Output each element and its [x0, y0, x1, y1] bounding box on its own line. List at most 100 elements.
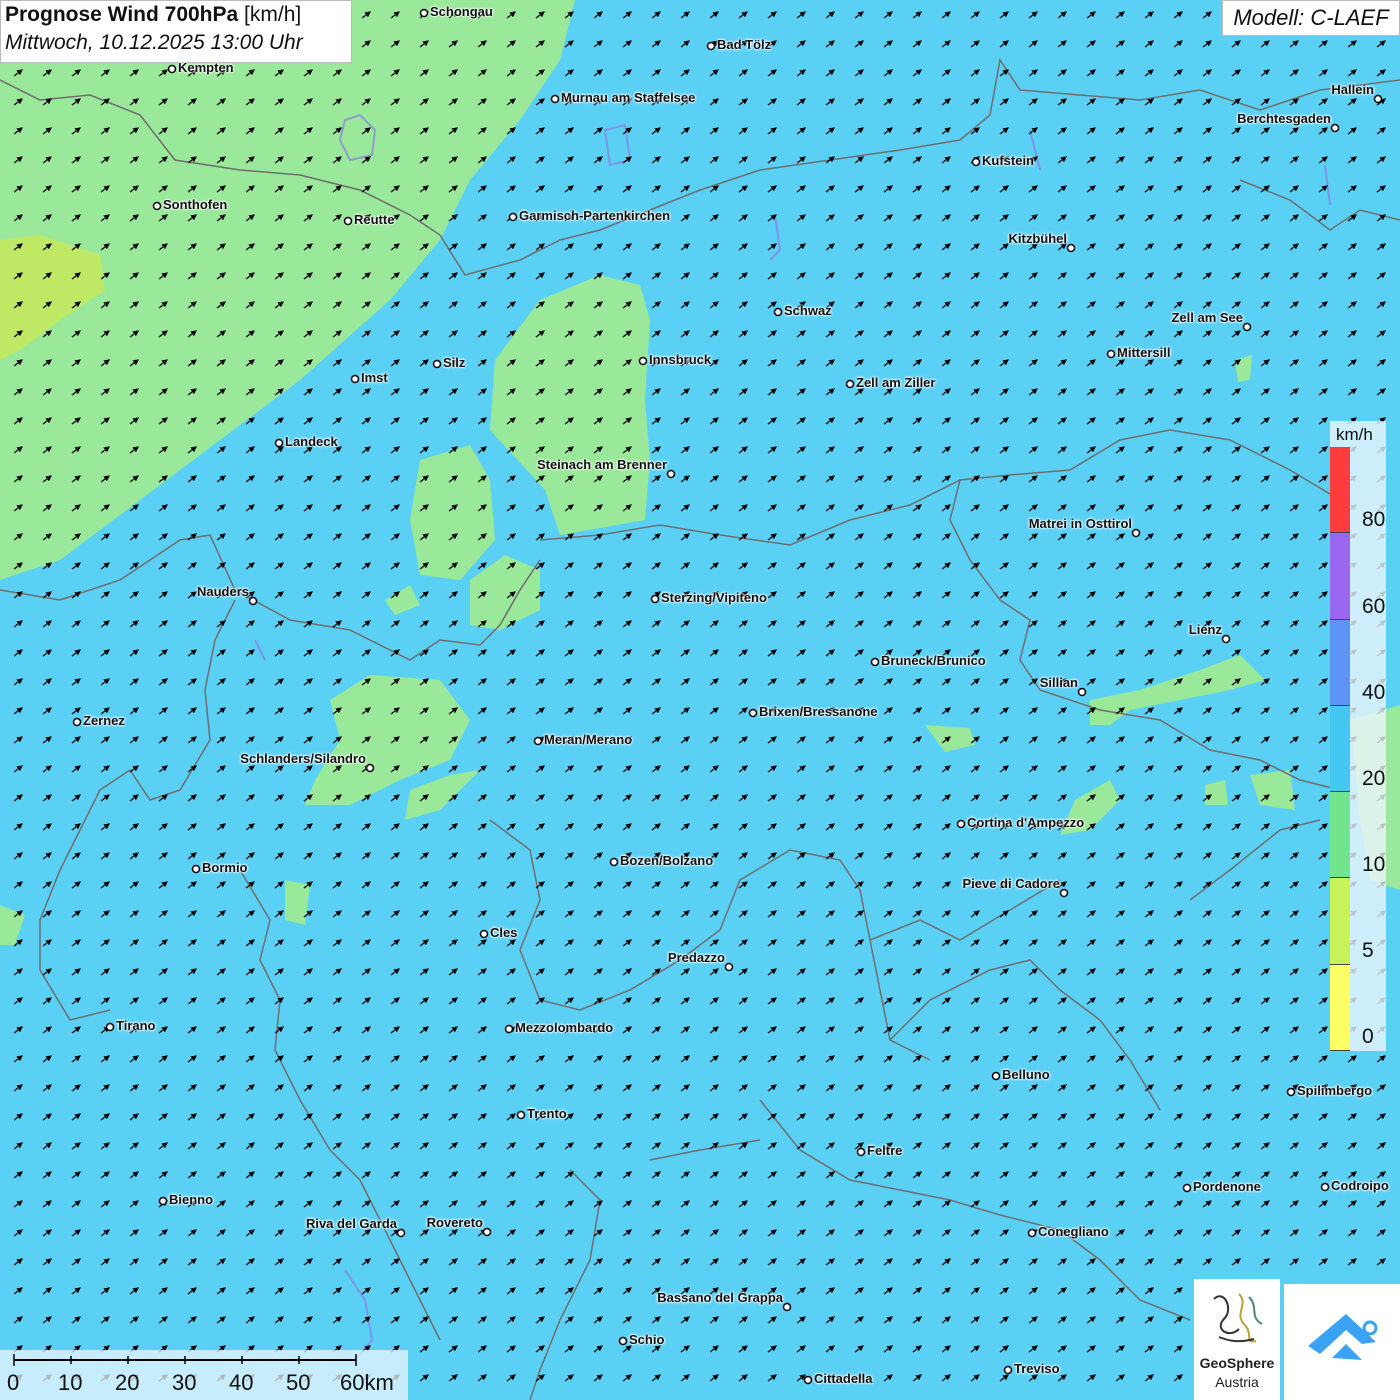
- city-label: Matrei in Osttirol: [1028, 516, 1132, 531]
- city-marker: [1027, 1228, 1037, 1238]
- city-label: Trento: [527, 1106, 567, 1121]
- legend-label: 60: [1362, 595, 1386, 618]
- city-marker: [971, 157, 981, 167]
- model-label: Modell: C-LAEF: [1222, 0, 1400, 36]
- title-unit: [km/h]: [244, 3, 302, 26]
- city-label: Spilimbergo: [1297, 1083, 1373, 1098]
- city-marker: [1131, 528, 1141, 538]
- legend-label: 80: [1362, 508, 1386, 531]
- city-label: Conegliano: [1038, 1224, 1109, 1239]
- city-label: Kufstein: [982, 153, 1034, 168]
- legend-label: 0: [1362, 1025, 1374, 1048]
- scale-bar: 0 10 20 30 40 50 60km: [0, 1350, 408, 1400]
- scale-label: 40: [229, 1370, 254, 1395]
- city-marker: [803, 1375, 813, 1385]
- geosphere-name: GeoSphere: [1199, 1355, 1275, 1371]
- legend-color-swatch: [1330, 447, 1350, 534]
- city-marker: [724, 962, 734, 972]
- title-main: Prognose Wind 700hPa: [5, 3, 239, 26]
- legend-color-swatch: [1330, 533, 1350, 620]
- city-marker: [1242, 322, 1252, 332]
- city-marker: [748, 708, 758, 718]
- city-marker: [516, 1110, 526, 1120]
- city-label: Predazzo: [667, 950, 725, 965]
- city-label: Bienno: [169, 1192, 214, 1207]
- city-label: Bruneck/Brunico: [881, 653, 986, 668]
- city-label: Cortina d'Ampezzo: [967, 815, 1085, 830]
- city-marker: [609, 857, 619, 867]
- color-legend: km/h 80 60 40 20 10 5 0: [1330, 421, 1386, 1051]
- city-label: Tirano: [116, 1018, 156, 1033]
- legend-unit: km/h: [1336, 425, 1373, 444]
- city-label: Feltre: [867, 1143, 903, 1158]
- city-label: Schlanders/Silandro: [240, 751, 366, 766]
- city-label: Landeck: [285, 434, 338, 449]
- city-marker: [991, 1071, 1001, 1081]
- city-label: Imst: [361, 370, 388, 385]
- city-marker: [1373, 94, 1383, 104]
- city-label: Reutte: [354, 212, 395, 227]
- city-label: Brixen/Bressanone: [759, 704, 878, 719]
- wind-cloud-icon: [1308, 1314, 1378, 1360]
- city-label: Bozen/Bolzano: [620, 853, 714, 868]
- city-marker: [504, 1024, 514, 1034]
- city-marker: [350, 374, 360, 384]
- city-label: Cittadella: [814, 1371, 873, 1386]
- city-marker: [956, 819, 966, 829]
- city-label: Codroipo: [1331, 1178, 1389, 1193]
- legend-label: 40: [1362, 681, 1386, 704]
- legend-bar: [1330, 447, 1350, 1051]
- scale-label: 60km: [340, 1370, 394, 1395]
- city-label: Schio: [629, 1332, 665, 1347]
- city-marker: [650, 594, 660, 604]
- city-marker: [773, 307, 783, 317]
- city-label: Nauders: [196, 584, 249, 599]
- city-marker: [167, 64, 177, 74]
- city-label: Pieve di Cadore: [962, 876, 1060, 891]
- legend-label: 20: [1362, 767, 1386, 790]
- city-marker: [550, 94, 560, 104]
- city-marker: [343, 216, 353, 226]
- city-marker: [479, 929, 489, 939]
- scale-label: 20: [115, 1370, 140, 1395]
- city-label: Rovereto: [426, 1215, 483, 1230]
- city-marker: [419, 8, 429, 18]
- scale-label: 50: [286, 1370, 311, 1395]
- city-marker: [1286, 1087, 1296, 1097]
- geosphere-logo[interactable]: GeoSphere Austria: [1194, 1279, 1280, 1400]
- city-marker: [248, 596, 258, 606]
- weather-app-logo[interactable]: [1284, 1284, 1400, 1400]
- city-label: Garmisch-Partenkirchen: [519, 208, 671, 223]
- city-marker: [365, 763, 375, 773]
- city-marker: [274, 438, 284, 448]
- city-label: Sterzing/Vipiteno: [661, 590, 767, 605]
- city-label: Mittersill: [1117, 345, 1171, 360]
- city-label: Murnau am Staffelsee: [561, 90, 696, 105]
- city-label: Bad Tölz: [717, 37, 772, 52]
- city-marker: [638, 356, 648, 366]
- city-label: Bormio: [202, 860, 248, 875]
- city-label: Zernez: [83, 713, 125, 728]
- city-marker: [870, 657, 880, 667]
- city-label: Pordenone: [1193, 1179, 1261, 1194]
- city-label: Innsbruck: [649, 352, 712, 367]
- city-marker: [533, 736, 543, 746]
- city-marker: [508, 212, 518, 222]
- city-label: Cles: [490, 925, 518, 940]
- geosphere-sub: Austria: [1215, 1374, 1259, 1390]
- city-marker: [191, 864, 201, 874]
- city-marker: [666, 469, 676, 479]
- city-marker: [618, 1336, 628, 1346]
- city-marker: [1003, 1365, 1013, 1375]
- city-marker: [158, 1196, 168, 1206]
- legend-label: 10: [1362, 853, 1386, 876]
- city-marker: [1330, 123, 1340, 133]
- city-label: Sonthofen: [163, 197, 228, 212]
- city-marker: [396, 1228, 406, 1238]
- city-label: Schongau: [430, 4, 493, 19]
- city-label: Berchtesgaden: [1237, 111, 1331, 126]
- city-label: Sillian: [1039, 675, 1078, 690]
- legend-color-swatch: [1330, 705, 1350, 793]
- city-label: Meran/Merano: [544, 732, 633, 747]
- city-label: Riva del Garda: [305, 1216, 397, 1231]
